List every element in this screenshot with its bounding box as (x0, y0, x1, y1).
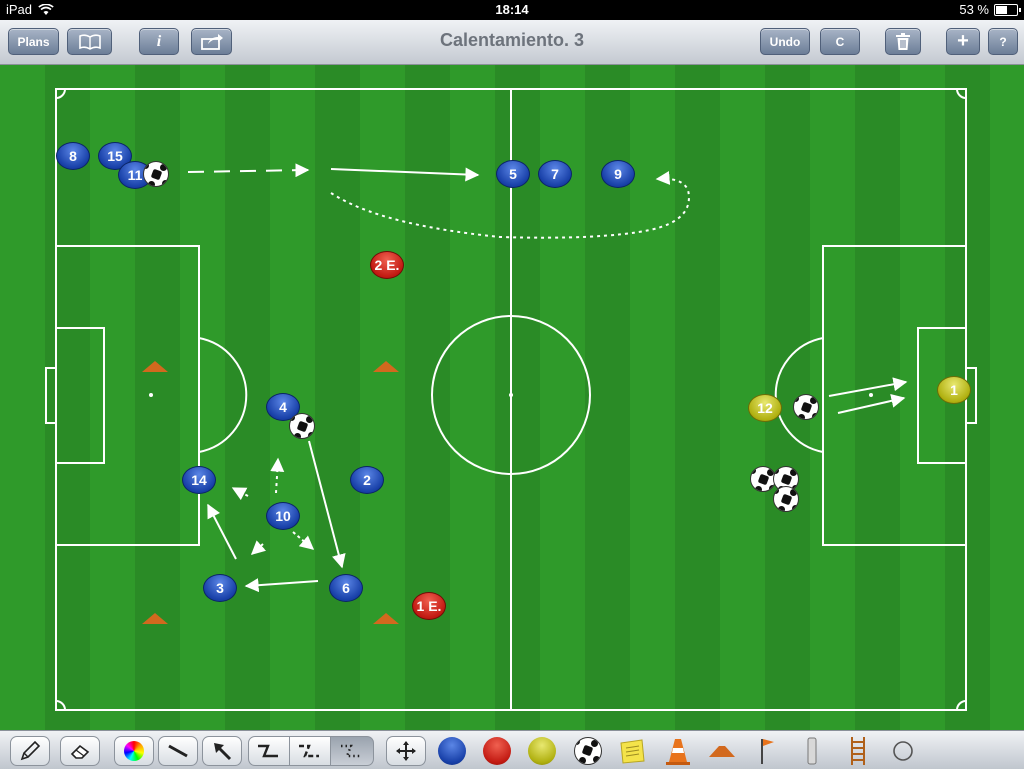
player-token[interactable]: 2 (350, 466, 384, 494)
dotted-arrow (270, 457, 285, 494)
circle-tool[interactable] (888, 736, 918, 766)
traffic-cone-icon (666, 739, 690, 765)
yellow-player-tool[interactable] (527, 736, 557, 766)
player-token[interactable]: 7 (538, 160, 572, 188)
plans-button[interactable]: Plans (8, 28, 59, 55)
info-icon: i (156, 32, 162, 50)
arrow-tool-button[interactable] (202, 736, 242, 766)
shot-arrow (837, 393, 906, 414)
cone-marker[interactable] (373, 361, 399, 372)
battery-icon (994, 3, 1021, 16)
clock: 18:14 (495, 2, 529, 17)
corner-flag-icon (761, 739, 774, 764)
flat-cone-tool[interactable] (707, 736, 737, 766)
cone-marker[interactable] (142, 361, 168, 372)
blue-player-token-icon (438, 737, 466, 765)
status-bar: iPad 18:14 53 % (0, 0, 1024, 20)
ladder-icon (851, 737, 865, 765)
cone-marker[interactable] (142, 613, 168, 624)
red-player-token-icon (483, 737, 511, 765)
corner-flag-tool[interactable] (752, 736, 782, 766)
clear-button[interactable]: C (820, 28, 860, 55)
shot-arrow (828, 377, 908, 397)
player-token[interactable]: 14 (182, 466, 216, 494)
flat-cone-icon (709, 746, 735, 757)
player-token[interactable]: 1 (937, 376, 971, 404)
pole-icon (807, 737, 817, 765)
pass-arrow (207, 503, 237, 560)
page-title: Calentamiento. 3 (439, 30, 585, 50)
blue-player-tool[interactable] (437, 736, 467, 766)
dashed-arrow (187, 163, 310, 178)
trash-icon (896, 32, 910, 50)
player-token[interactable]: 1 E. (412, 592, 446, 620)
share-icon (200, 33, 223, 50)
player-token[interactable]: 10 (266, 502, 300, 530)
dotted-arrow (250, 540, 267, 555)
red-player-tool[interactable] (482, 736, 512, 766)
player-token[interactable]: 12 (748, 394, 782, 422)
pass-arrow (244, 578, 319, 593)
color-wheel-icon (124, 741, 144, 761)
info-button[interactable]: i (139, 28, 179, 55)
player-token[interactable]: 6 (329, 574, 363, 602)
cone-marker[interactable] (373, 613, 399, 624)
player-token[interactable]: 2 E. (370, 251, 404, 279)
arrow-icon (214, 743, 232, 761)
dotted-arrow (292, 531, 315, 550)
player-token[interactable]: 9 (601, 160, 635, 188)
pass-arrow (330, 167, 480, 182)
help-button[interactable]: ? (988, 28, 1018, 55)
zigzag-dashed-button[interactable] (289, 736, 331, 766)
ball-token[interactable] (793, 394, 819, 420)
circle-icon (893, 741, 913, 761)
pass-arrow (308, 440, 346, 569)
eraser-icon (70, 744, 90, 759)
ball-token[interactable] (773, 486, 799, 512)
pencil-icon (20, 740, 41, 761)
line-icon (168, 744, 188, 758)
add-button[interactable]: + (946, 28, 980, 55)
move-button[interactable] (386, 736, 426, 766)
ball-token[interactable] (143, 161, 169, 187)
move-icon (396, 741, 416, 761)
color-button[interactable] (114, 736, 154, 766)
pole-tool[interactable] (797, 736, 827, 766)
book-icon (78, 33, 101, 50)
zigzag-dashed-icon (299, 744, 319, 758)
player-token[interactable]: 8 (56, 142, 90, 170)
zigzag-line-button[interactable] (248, 736, 290, 766)
book-button[interactable] (67, 28, 112, 55)
soccer-field[interactable]: 8 15 11 5 7 9 2 E. 4 2 14 10 3 6 1 E. 12… (0, 65, 1024, 730)
eraser-button[interactable] (60, 736, 100, 766)
pencil-button[interactable] (10, 736, 50, 766)
traffic-cone-tool[interactable] (663, 736, 693, 766)
dotted-path-button[interactable] (330, 736, 374, 766)
ball-token[interactable] (289, 413, 315, 439)
delete-button[interactable] (885, 28, 921, 55)
dotted-arrow (231, 487, 249, 501)
top-toolbar: Plans i Calentamiento. 3 Undo C + ? (0, 20, 1024, 65)
note-icon (620, 739, 645, 764)
ball-tool[interactable] (573, 736, 603, 766)
battery-percent: 53 % (959, 2, 989, 17)
yellow-player-token-icon (528, 737, 556, 765)
undo-button[interactable]: Undo (760, 28, 810, 55)
ladder-tool[interactable] (843, 736, 873, 766)
line-tool-button[interactable] (158, 736, 198, 766)
player-token[interactable]: 5 (496, 160, 530, 188)
note-tool[interactable] (617, 736, 647, 766)
share-button[interactable] (191, 28, 232, 55)
bottom-toolbar (0, 730, 1024, 769)
player-token[interactable]: 3 (203, 574, 237, 602)
dotted-path-icon (341, 744, 361, 758)
zigzag-line-icon (258, 744, 278, 758)
ball-icon (574, 737, 602, 765)
